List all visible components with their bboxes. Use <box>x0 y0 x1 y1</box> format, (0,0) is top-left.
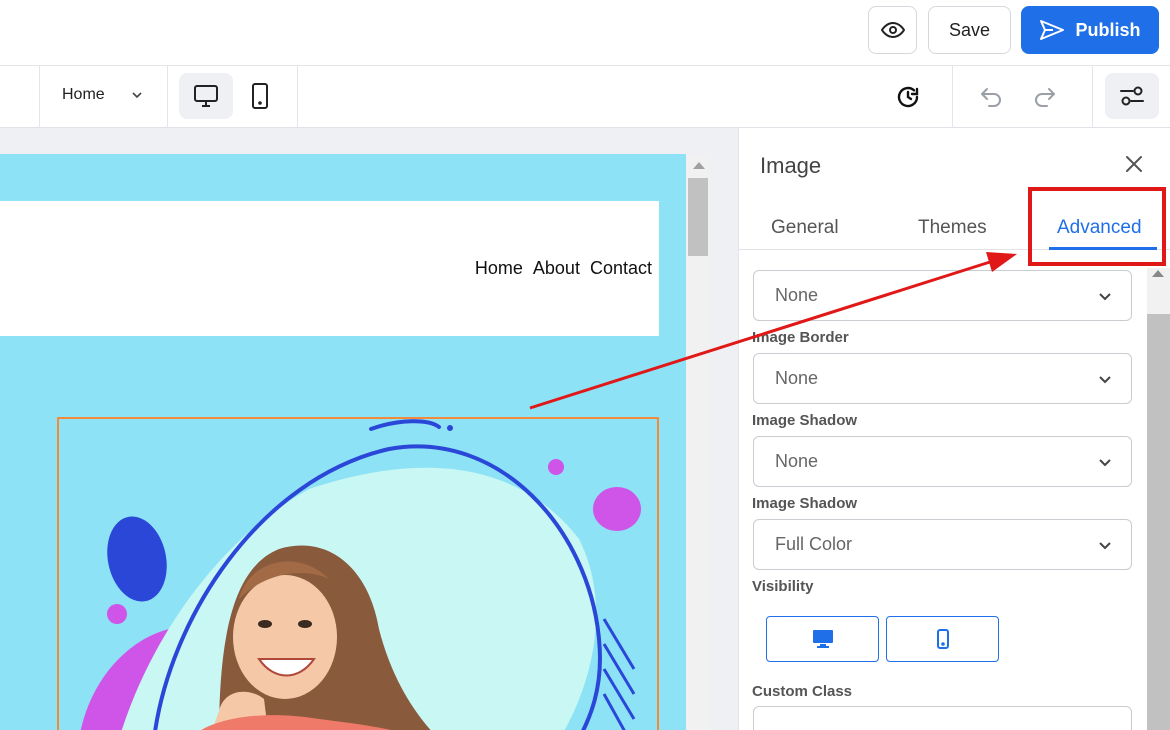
visibility-mobile-button[interactable] <box>886 616 999 662</box>
toolbar-divider <box>1092 66 1093 128</box>
selected-image-block[interactable] <box>57 417 659 730</box>
top-bar: Save Publish <box>0 0 1170 66</box>
image-style-select[interactable]: None <box>753 270 1132 321</box>
editor-canvas: Home About Contact <box>0 128 738 730</box>
panel-scrollbar[interactable] <box>1147 268 1170 730</box>
site-header[interactable]: Home About Contact <box>0 201 659 336</box>
scroll-up-arrow-icon[interactable] <box>1152 270 1164 277</box>
chevron-down-icon <box>1099 542 1111 550</box>
field-label-image-shadow: Image Shadow <box>752 412 858 429</box>
chevron-down-icon <box>1099 376 1111 384</box>
history-icon <box>897 86 919 108</box>
tab-themes[interactable]: Themes <box>918 217 987 239</box>
site-nav: Home About Contact <box>475 258 652 279</box>
field-label-image-shadow-color: Image Shadow <box>752 495 858 512</box>
smartphone-icon <box>936 629 949 649</box>
publish-button[interactable]: Publish <box>1021 6 1159 54</box>
tab-general[interactable]: General <box>771 217 839 239</box>
undo-icon <box>981 88 1001 107</box>
page-preview: Home About Contact <box>0 154 686 730</box>
page-select[interactable]: Home <box>62 86 142 104</box>
nav-item-home[interactable]: Home <box>475 258 523 279</box>
nav-item-contact[interactable]: Contact <box>590 258 652 279</box>
annotation-highlight-box <box>1028 187 1166 266</box>
redo-icon <box>1035 88 1055 107</box>
editor-toolbar: Home <box>0 66 1170 128</box>
page-select-value: Home <box>62 86 105 103</box>
chevron-down-icon <box>1099 459 1111 467</box>
toolbar-divider <box>167 66 168 128</box>
toolbar-divider <box>39 66 40 128</box>
settings-toggle-button[interactable] <box>1105 73 1159 119</box>
image-shadow-select[interactable]: None <box>753 436 1132 487</box>
device-desktop-button[interactable] <box>179 73 233 119</box>
select-value: Full Color <box>775 534 853 554</box>
close-icon <box>1126 156 1142 172</box>
nav-item-about[interactable]: About <box>533 258 580 279</box>
undo-button[interactable] <box>976 82 1006 112</box>
custom-class-input[interactable] <box>753 706 1132 730</box>
scroll-up-arrow-icon[interactable] <box>693 162 705 169</box>
device-mobile-button[interactable] <box>240 73 280 119</box>
field-label-visibility: Visibility <box>752 578 814 595</box>
publish-label: Publish <box>1075 19 1141 40</box>
scroll-thumb[interactable] <box>1147 314 1170 730</box>
image-border-select[interactable]: None <box>753 353 1132 404</box>
visibility-desktop-button[interactable] <box>766 616 879 662</box>
chevron-down-icon <box>132 92 142 99</box>
chevron-down-icon <box>1099 293 1111 301</box>
image-shadow-color-select[interactable]: Full Color <box>753 519 1132 570</box>
sliders-icon <box>1120 86 1144 106</box>
hero-illustration <box>80 419 641 730</box>
scroll-thumb[interactable] <box>688 178 708 256</box>
close-panel-button[interactable] <box>1122 152 1146 176</box>
toolbar-divider <box>952 66 953 128</box>
panel-title: Image <box>760 153 822 178</box>
select-value: None <box>775 285 819 305</box>
save-button[interactable]: Save <box>928 6 1011 54</box>
history-button[interactable] <box>893 82 923 112</box>
eye-icon <box>880 22 905 38</box>
canvas-scrollbar[interactable] <box>686 154 710 730</box>
send-icon <box>1040 20 1065 40</box>
select-value: None <box>775 451 819 471</box>
select-value: None <box>775 368 819 388</box>
preview-button[interactable] <box>868 6 917 54</box>
properties-panel: Image General Themes Advanced None Image… <box>738 128 1170 730</box>
field-label-image-border: Image Border <box>752 329 849 346</box>
monitor-icon <box>194 85 218 107</box>
smartphone-icon <box>252 83 268 109</box>
redo-button[interactable] <box>1030 82 1060 112</box>
toolbar-divider <box>297 66 298 128</box>
field-label-custom-class: Custom Class <box>752 683 853 700</box>
monitor-icon <box>812 630 833 648</box>
